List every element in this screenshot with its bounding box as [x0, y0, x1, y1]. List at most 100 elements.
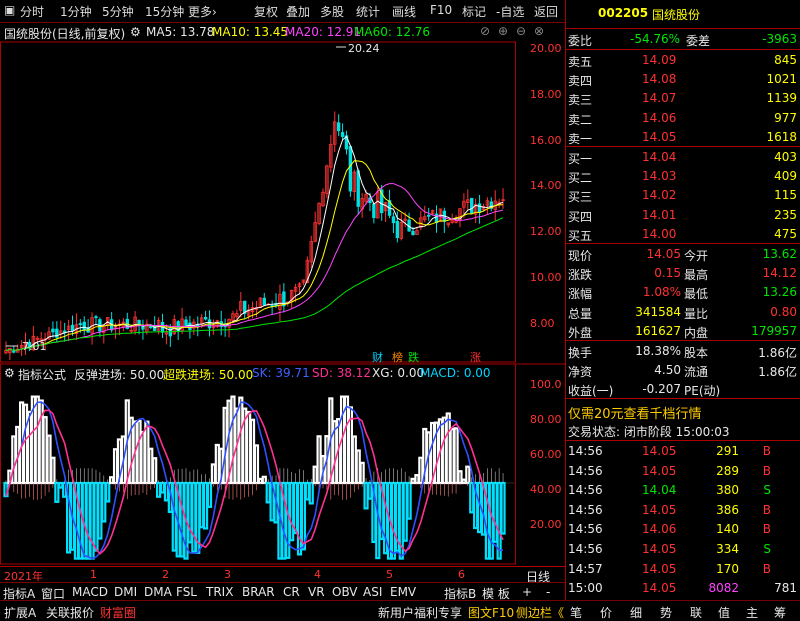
tick-row: 14:56 14.05 334 S — [566, 540, 800, 559]
tick-time: 14:56 — [568, 502, 603, 517]
rtab-lian[interactable]: 联 — [690, 604, 702, 621]
tab-obv[interactable]: OBV — [332, 585, 358, 599]
tab-emv[interactable]: EMV — [390, 585, 416, 599]
ask-level-label: 卖四 — [568, 74, 593, 89]
candle-body — [70, 324, 75, 332]
bang-badge[interactable]: 榜 — [392, 349, 403, 365]
month-label: 1 — [90, 568, 97, 581]
related-quote-tab[interactable]: 关联报价 — [46, 604, 94, 621]
tab-dmi[interactable]: DMI — [114, 585, 137, 599]
rtab-bi[interactable]: 笔 — [570, 604, 582, 621]
bid-volume: 235 — [774, 207, 797, 222]
toolbar-duogu[interactable]: 多股 — [320, 3, 344, 20]
oscillator-bar — [445, 412, 451, 485]
toolbar-biaoji[interactable]: 标记 — [462, 3, 486, 20]
tick-side: S — [763, 483, 771, 498]
toolbar-f10[interactable]: F10 — [430, 3, 452, 17]
indicator-gear-icon[interactable]: ⚙ — [4, 366, 15, 380]
tab-minus[interactable]: - — [546, 585, 550, 599]
oscillator-bar — [54, 481, 60, 503]
stat-row: 换手 18.38% 股本 1.86亿 — [566, 342, 800, 361]
rtab-zhu[interactable]: 主 — [746, 604, 758, 621]
toolbar-tongji[interactable]: 统计 — [356, 3, 380, 20]
wealth-circle-tab[interactable]: 财富圈 — [100, 604, 136, 621]
toolbar-back[interactable]: 返回 — [534, 3, 558, 20]
oscillator-bar — [179, 481, 185, 558]
chaodie-label: 超跌进场: 50.00 — [163, 368, 254, 382]
tab-trix[interactable]: TRIX — [206, 585, 233, 599]
oscillator-bar — [261, 475, 267, 485]
rtab-jia[interactable]: 价 — [600, 604, 612, 621]
tick-volume: 8082 — [708, 581, 739, 596]
toolbar-zixuan[interactable]: -自选 — [496, 3, 524, 20]
rtab-shi[interactable]: 势 — [660, 604, 672, 621]
tab-asi[interactable]: ASI — [363, 585, 382, 599]
toolbar-minute-icon[interactable]: ▣ — [4, 3, 15, 17]
bid-level-label: 买五 — [568, 228, 593, 243]
oscillator-bar — [97, 481, 103, 540]
stat-label: 换手 — [568, 346, 593, 360]
rtab-chou[interactable]: 筹 — [774, 604, 786, 621]
stat-value: 1.86亿 — [758, 346, 797, 360]
stat-label: 涨跌 — [568, 268, 593, 283]
oscillator-bar — [414, 474, 420, 485]
oscillator-bar — [206, 481, 213, 508]
toolbar-15min[interactable]: 15分钟 — [145, 3, 184, 20]
candle-body — [348, 146, 353, 192]
candle-body — [94, 316, 98, 319]
candle-body — [336, 122, 341, 132]
tick-side: B — [762, 444, 771, 458]
ma5-line — [5, 135, 504, 351]
toolbar-more[interactable]: 更多› — [188, 3, 217, 20]
oscillator-bar — [42, 416, 48, 485]
toolbar-diejia[interactable]: 叠加 — [286, 3, 310, 20]
stat-label: 内盘 — [684, 325, 709, 340]
stat-label: 流通 — [684, 365, 709, 379]
ext-a-tab[interactable]: 扩展A — [4, 604, 36, 621]
y-tick: 20.00 — [530, 518, 562, 531]
oscillator-bar — [496, 481, 502, 560]
tick-row: 14:57 14.05 170 B — [566, 560, 800, 579]
oscillator-bar — [363, 481, 369, 510]
toolbar-fenshi[interactable]: 分时 — [20, 3, 44, 20]
oscillator-bar — [367, 481, 373, 500]
oscillator-bar — [238, 396, 244, 485]
tab-cr[interactable]: CR — [283, 585, 300, 599]
weibi-label: 委比 — [568, 34, 593, 48]
candle-body — [78, 323, 83, 326]
f10-link[interactable]: 图文F10 — [468, 604, 514, 621]
tab-macd[interactable]: MACD — [72, 585, 108, 599]
tab-plus[interactable]: + — [522, 585, 532, 599]
stat-value: 18.38% — [635, 344, 681, 358]
stat-label: 量比 — [684, 306, 709, 321]
zhang-badge[interactable]: 涨 — [470, 349, 481, 365]
oscillator-bar — [351, 435, 357, 485]
oscillator-bar — [101, 481, 107, 523]
rtab-zhi[interactable]: 值 — [718, 604, 730, 621]
promo-text[interactable]: 仅需20元查看千档行情 — [568, 403, 702, 422]
toolbar-huaxian[interactable]: 画线 — [392, 3, 416, 20]
tab-brar[interactable]: BRAR — [242, 585, 275, 599]
oscillator-bar — [46, 434, 52, 485]
ask-row: 卖四 14.08 1021 — [566, 70, 800, 89]
oscillator-bar — [26, 410, 33, 485]
new-user-promo[interactable]: 新用户福利专享 — [378, 604, 462, 621]
toolbar-fuquan[interactable]: 复权 — [254, 3, 278, 20]
sd-label: SD: 38.12 — [312, 366, 372, 380]
cai-badge[interactable]: 财 — [372, 349, 383, 365]
rtab-xi[interactable]: 细 — [630, 604, 642, 621]
indicator-title[interactable]: 指标公式 — [18, 366, 66, 383]
kline-chart[interactable] — [0, 22, 565, 582]
toolbar-5min[interactable]: 5分钟 — [102, 3, 134, 20]
die-badge[interactable]: 跌 — [408, 349, 419, 365]
tab-vr[interactable]: VR — [308, 585, 325, 599]
toolbar-1min[interactable]: 1分钟 — [60, 3, 92, 20]
tick-side: B — [762, 561, 771, 576]
tab-dma[interactable]: DMA — [144, 585, 172, 599]
stat-value: 14.05 — [646, 247, 681, 261]
oscillator-bar — [316, 435, 322, 485]
promo-row[interactable]: 仅需20元查看千档行情 — [566, 401, 800, 422]
tab-fsl[interactable]: FSL — [176, 585, 197, 599]
sidebar-toggle[interactable]: 侧边栏《 — [516, 604, 564, 621]
weicha-value: -3963 — [762, 32, 797, 46]
